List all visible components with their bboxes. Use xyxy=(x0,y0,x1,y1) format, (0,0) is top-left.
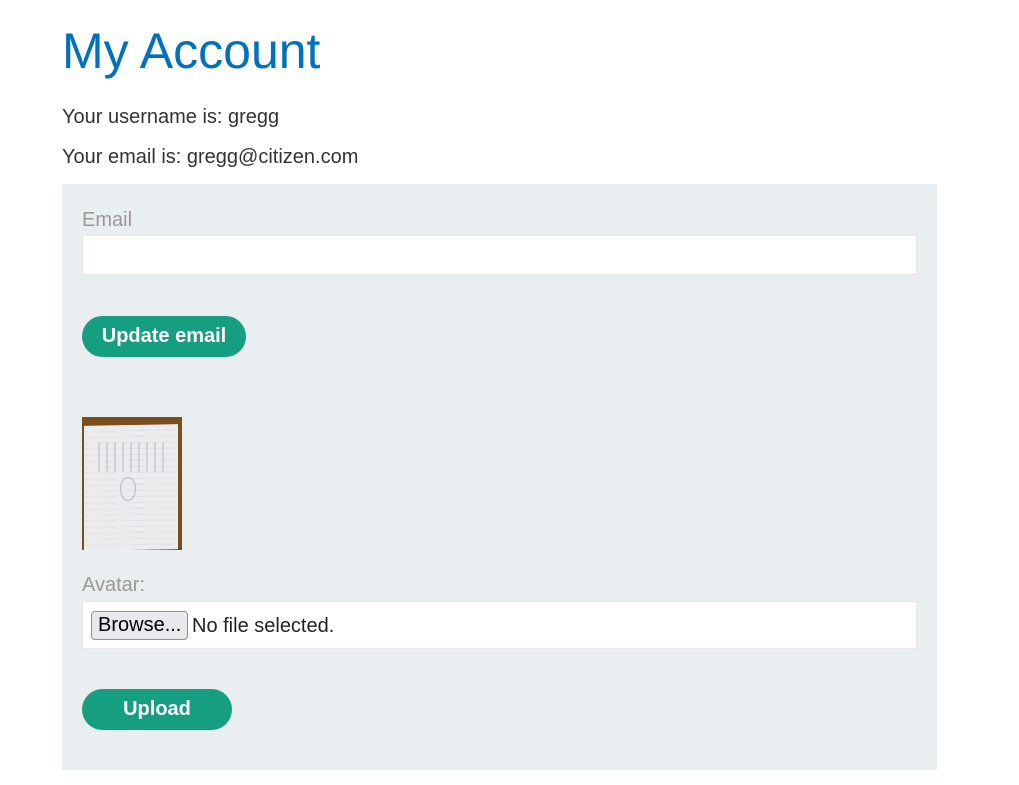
file-status-text: No file selected. xyxy=(192,615,335,637)
browse-button[interactable]: Browse... xyxy=(91,611,189,640)
upload-button[interactable]: Upload xyxy=(82,689,232,730)
avatar-drawing-graphic xyxy=(120,477,136,501)
avatar-image xyxy=(82,417,182,550)
email-text: Your email is: gregg@citizen.com xyxy=(62,146,359,168)
email-label: Email xyxy=(82,209,133,231)
account-form-panel: Email Update email Avatar: Browse... No … xyxy=(62,184,937,770)
avatar-label: Avatar: xyxy=(82,574,145,596)
username-text: Your username is: gregg xyxy=(62,106,280,128)
page-title: My Account xyxy=(62,23,321,79)
update-email-button[interactable]: Update email xyxy=(82,316,246,357)
avatar-writing-graphic xyxy=(92,442,170,472)
avatar-file-input[interactable]: Browse... No file selected. xyxy=(82,601,917,649)
account-page: My Account Your username is: gregg Your … xyxy=(0,0,1019,785)
email-input[interactable] xyxy=(82,235,917,275)
